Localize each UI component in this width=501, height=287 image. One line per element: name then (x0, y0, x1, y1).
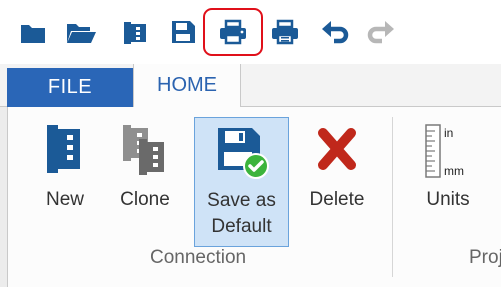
ribbon-panel-home: New Clone Save as Default Delete in mm U… (7, 107, 501, 287)
print-button-highlight (203, 8, 263, 56)
clone-button-label: Clone (120, 189, 170, 210)
undo-icon (322, 21, 349, 44)
units-ruler-icon: in mm (425, 124, 464, 178)
units-icon-inches: in (444, 126, 453, 140)
delete-icon (318, 128, 356, 170)
tab-home[interactable]: HOME (133, 64, 241, 107)
connection-button[interactable] (118, 12, 152, 52)
redo-button[interactable] (364, 12, 398, 52)
delete-button-label: Delete (309, 189, 365, 210)
open-project-icon (21, 25, 45, 43)
group-label-connection: Connection (150, 247, 247, 268)
save-as-default-label: Save as Default (207, 190, 276, 237)
clone-connection-icon (123, 125, 164, 175)
open-folder-button[interactable] (64, 12, 98, 52)
connection-icon (124, 22, 146, 44)
units-button-label: Units (426, 189, 470, 210)
redo-icon (367, 21, 394, 44)
group-separator (392, 117, 393, 277)
units-button[interactable]: in mm Units (411, 117, 485, 241)
open-project-button[interactable] (16, 12, 50, 52)
ribbon-tab-strip: FILE HOME (0, 64, 501, 107)
new-connection-icon (47, 125, 80, 173)
group-label-project: Proj (469, 247, 501, 268)
save-button[interactable] (166, 12, 200, 52)
save-icon (172, 21, 195, 43)
print-preview-button[interactable] (268, 12, 302, 52)
save-as-default-icon (217, 128, 269, 179)
new-button-label: New (45, 189, 84, 210)
open-folder-icon (67, 24, 96, 43)
save-as-default-button[interactable]: Save as Default (194, 117, 289, 247)
tab-file[interactable]: FILE (7, 68, 133, 107)
units-icon-mm: mm (444, 164, 464, 178)
ribbon: FILE HOME New Clone Save as Default Dele… (0, 64, 501, 287)
new-button[interactable]: New (29, 117, 101, 241)
quick-access-toolbar (0, 0, 501, 64)
print-preview-icon (272, 19, 298, 45)
delete-button[interactable]: Delete (299, 117, 375, 241)
clone-button[interactable]: Clone (109, 117, 181, 241)
undo-button[interactable] (318, 12, 352, 52)
